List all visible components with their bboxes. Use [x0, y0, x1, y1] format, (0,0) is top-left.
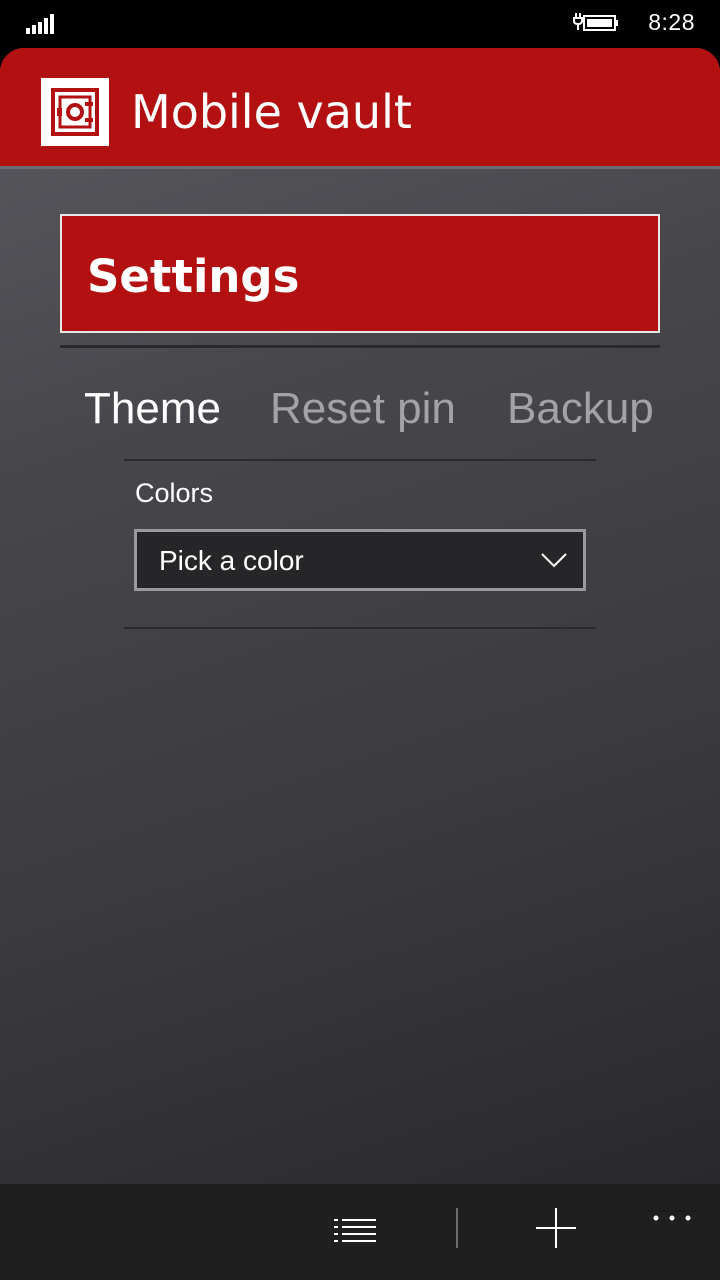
- app-bar: [0, 1184, 720, 1280]
- add-icon[interactable]: [534, 1206, 578, 1250]
- signal-icon: [26, 14, 54, 34]
- status-bar: 8:28: [0, 0, 720, 48]
- section-divider: [124, 459, 596, 461]
- list-icon[interactable]: [334, 1216, 378, 1248]
- page-title: Settings: [87, 250, 300, 303]
- settings-banner: Settings: [60, 214, 660, 333]
- battery-charging-icon: [573, 13, 618, 31]
- tab-backup[interactable]: Backup: [507, 384, 654, 434]
- color-dropdown-value: Pick a color: [159, 545, 304, 576]
- colors-label: Colors: [135, 478, 214, 508]
- status-clock: 8:28: [648, 9, 695, 35]
- tab-theme[interactable]: Theme: [84, 384, 221, 434]
- section-divider: [124, 627, 596, 629]
- app-title: Mobile vault: [131, 85, 412, 139]
- tab-reset-pin[interactable]: Reset pin: [270, 384, 456, 434]
- vault-icon: [41, 78, 109, 146]
- color-dropdown[interactable]: Pick a color: [134, 529, 586, 591]
- app-header: Mobile vault: [0, 48, 720, 169]
- app-bar-separator: [456, 1208, 458, 1248]
- divider: [60, 345, 660, 348]
- app-frame: Mobile vault Settings Theme Reset pin Ba…: [0, 48, 720, 1184]
- chevron-down-icon: [541, 553, 567, 568]
- more-icon[interactable]: [650, 1212, 694, 1224]
